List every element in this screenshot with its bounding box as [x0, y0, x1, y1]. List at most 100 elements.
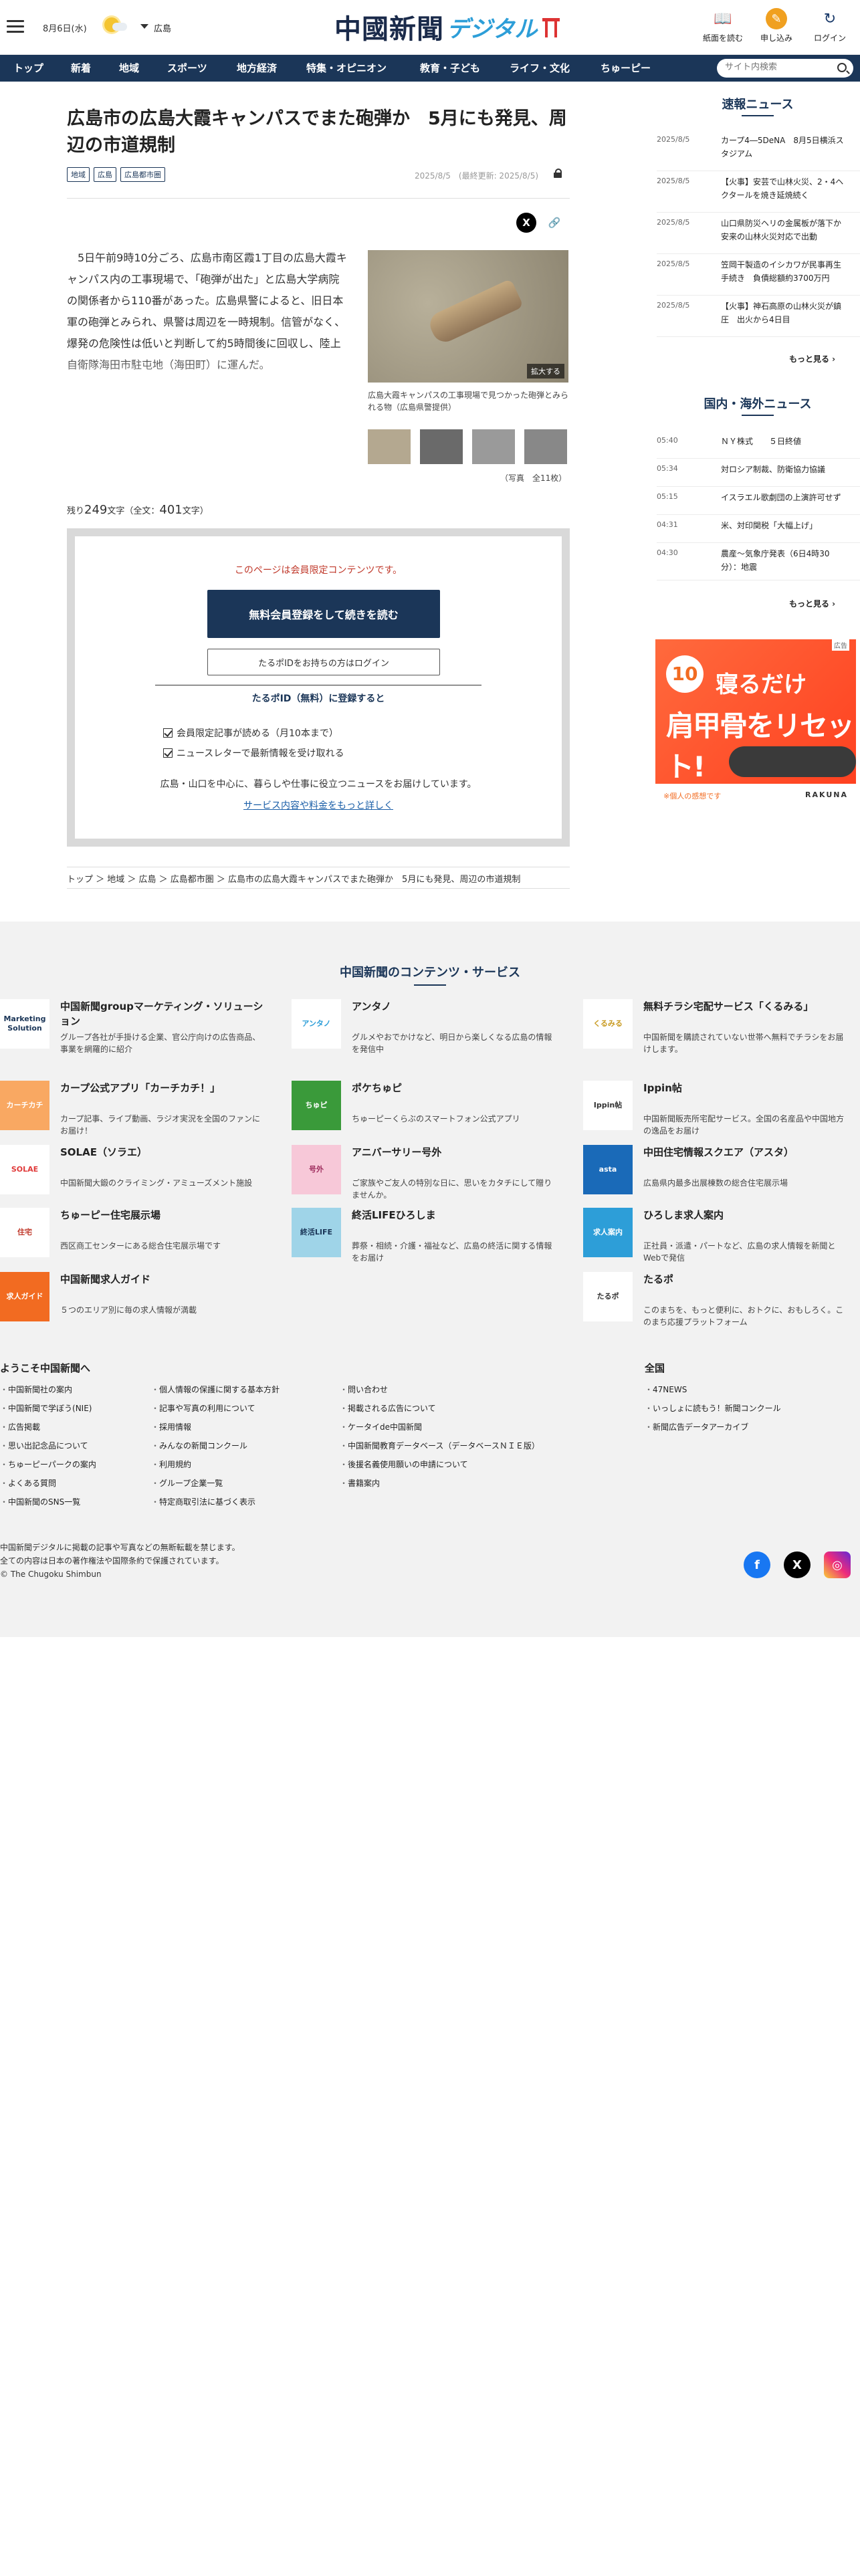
read-paper-button[interactable]: 📖 紙面を読む — [700, 5, 746, 43]
nav-item-new[interactable]: 新着 — [71, 55, 91, 82]
service-item[interactable]: Ippin帖 Ippin帖 中国新聞販売所宅配サービス。全国の名産品や中国地方の逸品… — [583, 1081, 851, 1136]
service-item[interactable]: くるみる 無料チラシ宅配サービス「くるみる」 中国新聞を購読されていない世帯へ無料で… — [583, 999, 851, 1054]
photo-count[interactable]: （写真 全11枚） — [500, 472, 566, 484]
news-title: 米、対印関税「大幅上げ」 — [721, 521, 818, 530]
service-item[interactable]: 求人案内 ひろしま求人案内 正社員・派遣・パートなど、広島の求人情報を新聞とWebで… — [583, 1208, 851, 1263]
footer-link[interactable]: 採用情報 — [151, 1418, 332, 1436]
service-logo-icon: Marketing Solution — [0, 999, 49, 1049]
service-item[interactable]: Marketing Solution 中国新聞groupマーケティング・ソリューシ… — [0, 999, 267, 1054]
footer-link[interactable]: 広告掲載 — [0, 1418, 147, 1436]
register-button[interactable]: 無料会員登録をして続きを読む — [207, 590, 440, 638]
service-item[interactable]: たるポ たるポ このまちを、もっと便利に、おトクに、おもしろく。このまち応援プラット… — [583, 1272, 851, 1327]
world-more-link[interactable]: もっと見る › — [789, 598, 835, 609]
breaking-more-link[interactable]: もっと見る › — [789, 353, 835, 364]
copyright-line: 中国新聞デジタルに掲載の記事や写真などの無断転載を禁じます。 — [0, 1543, 240, 1552]
service-item[interactable]: 住宅 ちゅーピー住宅展示場 西区商工センターにある総合住宅展示場です — [0, 1208, 267, 1261]
news-title: ＮＹ株式 ５日終値 — [721, 437, 802, 446]
service-name: カープ公式アプリ「カーチカチ！」 — [60, 1082, 221, 1094]
menu-icon[interactable] — [7, 20, 24, 33]
zoom-button[interactable]: 拡大する — [527, 364, 564, 379]
nav-item-sports[interactable]: スポーツ — [167, 55, 207, 82]
service-item[interactable]: 終活LIFE 終活LIFEひろしま 葬祭・相続・介護・福祉など、広島の終活に関する情… — [292, 1208, 559, 1263]
footer-link[interactable]: グループ企業一覧 — [151, 1474, 332, 1493]
breaking-news-item[interactable]: 2025/8/5 【火事】安芸で山林火災、2・4ヘクタールを焼き延焼続く — [657, 171, 860, 213]
breaking-news-item[interactable]: 2025/8/5 カープ4―5DeNA 8月5日横浜スタジアム — [657, 130, 860, 171]
region-dropdown-icon[interactable] — [140, 24, 148, 29]
nav-item-opinion[interactable]: 特集・オピニオン — [306, 55, 387, 82]
service-item[interactable]: 求人ガイド 中国新聞求人ガイド ５つのエリア別に毎の求人情報が満載 — [0, 1272, 267, 1325]
thumbnail[interactable] — [472, 429, 515, 464]
footer-link[interactable]: 記事や写真の利用について — [151, 1399, 332, 1418]
link-copy-icon[interactable]: 🔗 — [544, 213, 564, 233]
nav-item-top[interactable]: トップ — [13, 55, 43, 82]
footer-link[interactable]: 利用規約 — [151, 1455, 332, 1474]
site-search[interactable] — [717, 59, 853, 78]
thumbnail[interactable] — [420, 429, 463, 464]
nav-item-life[interactable]: ライフ・文化 — [510, 55, 570, 82]
service-details-link[interactable]: サービス内容や料金をもっと詳しく — [75, 798, 562, 812]
search-input[interactable] — [725, 62, 832, 72]
article-date: 2025/8/5 (最終更新: 2025/8/5) — [415, 171, 539, 181]
facebook-icon[interactable]: f — [744, 1551, 770, 1578]
footer-link[interactable]: 特定商取引法に基づく表示 — [151, 1493, 332, 1511]
nav-item-economy[interactable]: 地方経済 — [237, 55, 277, 82]
footer-col-3: 問い合わせ 掲載される広告について ケータイde中国新聞 中国新聞教育データベー… — [340, 1380, 607, 1493]
breaking-news-item[interactable]: 2025/8/5 山口県防災ヘリの金属板が落下か 安来の山林火災対応で出動 — [657, 213, 860, 254]
world-news-item[interactable]: 05:34 対ロシア制裁、防衛協力協議 — [657, 459, 860, 487]
service-name: 無料チラシ宅配サービス「くるみる」 — [643, 1000, 814, 1012]
nav-item-chupi[interactable]: ちゅーピー — [601, 55, 651, 82]
footer-link[interactable]: 新聞広告データアーカイブ — [645, 1418, 845, 1436]
footer-link[interactable]: いっしょに読もう！新聞コンクール — [645, 1399, 845, 1418]
benefit-item: 会員限定記事が読める（月10本まで） — [163, 726, 338, 740]
footer-link[interactable]: 中国新聞教育データベース（データベースＮＩＥ版） — [340, 1436, 607, 1455]
service-item[interactable]: SOLAE SOLAE（ソラエ） 中国新聞大鍛のクライミング・アミューズメント施設 — [0, 1145, 267, 1198]
thumbnail[interactable] — [368, 429, 411, 464]
breaking-news-item[interactable]: 2025/8/5 【火事】神石高原の山林火災が鎮圧 出火から4日目 — [657, 296, 860, 337]
breaking-news-title: 速報ニュース — [722, 98, 794, 112]
thumbnail[interactable] — [524, 429, 567, 464]
site-logo[interactable]: 中國新聞 デジタル — [334, 8, 560, 45]
tag-chiiki[interactable]: 地域 — [67, 167, 90, 182]
breadcrumb[interactable]: トップ ＞ 地域 ＞ 広島 ＞ 広島都市圏 ＞ 広島市の広島大霞キャンパスでまた… — [67, 872, 570, 885]
footer-link[interactable]: 中国新聞で学ぼう(NIE) — [0, 1399, 147, 1418]
service-item[interactable]: ちゅピ ポケちゅピ ちゅーピーくらぶのスマートフォン公式アプリ — [292, 1081, 559, 1134]
footer-link[interactable]: 掲載される広告について — [340, 1399, 607, 1418]
nav-item-education[interactable]: 教育・子ども — [420, 55, 480, 82]
footer-link[interactable]: 問い合わせ — [340, 1380, 607, 1399]
footer-link[interactable]: 思い出記念品について — [0, 1436, 147, 1455]
id-login-button[interactable]: たるポIDをお持ちの方はログイン — [207, 649, 440, 675]
service-item[interactable]: アンタノ アンタノ グルメやおでかけなど、明日から楽しくなる広島の情報を発信中 — [292, 999, 559, 1054]
instagram-icon[interactable]: ◎ — [824, 1551, 851, 1578]
article-photo[interactable]: 拡大する — [368, 250, 568, 383]
footer-link[interactable]: ケータイde中国新聞 — [340, 1418, 607, 1436]
tag-hiroshima[interactable]: 広島 — [94, 167, 116, 182]
welcome-title: ようこそ中国新聞へ — [0, 1362, 91, 1374]
tag-toshiken[interactable]: 広島都市圏 — [120, 167, 165, 182]
search-icon[interactable] — [837, 63, 847, 72]
nav-item-region[interactable]: 地域 — [119, 55, 139, 82]
service-logo-icon: 終活LIFE — [292, 1208, 341, 1257]
footer-link[interactable]: 47NEWS — [645, 1380, 845, 1399]
apply-button[interactable]: ✎ 申し込み — [753, 5, 800, 43]
world-news-item[interactable]: 04:31 米、対印関税「大幅上げ」 — [657, 515, 860, 543]
region-selector[interactable]: 広島 — [154, 21, 171, 34]
footer-link[interactable]: ちゅーピーパークの案内 — [0, 1455, 147, 1474]
service-item[interactable]: カーチカチ カープ公式アプリ「カーチカチ！」 カープ記事、ライブ動画、ラジオ実況を全… — [0, 1081, 267, 1136]
breaking-news-item[interactable]: 2025/8/5 笠岡干製造のイシカワが民事再生手続き 負債総額約3700万円 — [657, 254, 860, 296]
world-news-item[interactable]: 05:40 ＮＹ株式 ５日終値 — [657, 431, 860, 459]
footer-link[interactable]: 中国新聞社の案内 — [0, 1380, 147, 1399]
world-news-item[interactable]: 05:15 イスラエル歌劇団の上演許可せず — [657, 487, 860, 515]
x-share-icon[interactable]: X — [516, 213, 536, 233]
service-item[interactable]: asta 中田住宅情報スクエア（アスタ） 広島県内最多出展棟数の総合住宅展示場 — [583, 1145, 851, 1198]
x-icon[interactable]: X — [784, 1551, 811, 1578]
footer-link[interactable]: 個人情報の保護に関する基本方針 — [151, 1380, 332, 1399]
footer-link[interactable]: 書籍案内 — [340, 1474, 607, 1493]
footer-link[interactable]: 中国新聞のSNS一覧 — [0, 1493, 147, 1511]
service-item[interactable]: 号外 アニバーサリー号外 ご家族やご友人の特別な日に、思いをカタチにして贈りませんか… — [292, 1145, 559, 1200]
footer-link[interactable]: みんなの新聞コンクール — [151, 1436, 332, 1455]
footer-link[interactable]: 後援名義使用願いの申請について — [340, 1455, 607, 1474]
ad-banner[interactable]: 10 寝るだけ 肩甲骨をリセット! ※個人の感想です RAKUNA — [655, 639, 856, 807]
world-news-item[interactable]: 04:30 農産〜気象庁発表（6日4時30分）：地震 — [657, 543, 860, 580]
footer-link[interactable]: よくある質問 — [0, 1474, 147, 1493]
login-button[interactable]: ↻ ログイン — [807, 5, 853, 43]
